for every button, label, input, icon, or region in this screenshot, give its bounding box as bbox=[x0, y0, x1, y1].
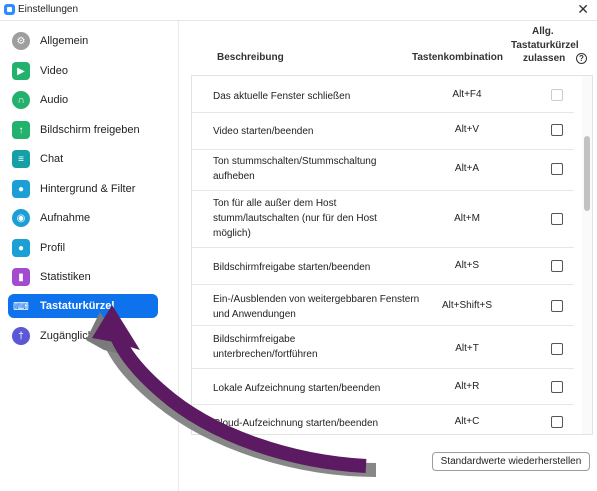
gear-icon: ⚙ bbox=[12, 32, 30, 50]
sidebar-item-label: Zugänglichkeit bbox=[40, 330, 111, 342]
table-row: Ton für alle außer dem Host stumm/lautsc… bbox=[192, 191, 574, 248]
sidebar-item-label: Statistiken bbox=[40, 271, 91, 283]
sidebar-item-chat[interactable]: ≡ Chat bbox=[8, 147, 158, 171]
sidebar-item-label: Audio bbox=[40, 94, 69, 106]
shortcut-description: Ton stummschalten/Stummschaltung aufhebe… bbox=[213, 156, 377, 182]
profile-icon: ● bbox=[12, 239, 30, 257]
record-icon: ◉ bbox=[12, 209, 30, 227]
sidebar-item-hintergrund-filter[interactable]: ● Hintergrund & Filter bbox=[8, 177, 158, 201]
sidebar-item-label: Tastaturkürzel bbox=[40, 300, 115, 312]
sidebar-item-label: Hintergrund & Filter bbox=[40, 183, 136, 195]
table-row: Ton stummschalten/Stummschaltung aufhebe… bbox=[192, 150, 574, 191]
person-background-icon: ● bbox=[12, 180, 30, 198]
title-bar: Einstellungen ✕ bbox=[0, 0, 597, 21]
headphones-icon: ∩ bbox=[12, 91, 30, 109]
shortcut-description: Das aktuelle Fenster schließen bbox=[213, 91, 351, 102]
global-shortcut-checkbox bbox=[551, 89, 563, 101]
shortcut-keys[interactable]: Alt+R bbox=[422, 381, 512, 392]
shortcut-description: Ton für alle außer dem Host stumm/lautsc… bbox=[213, 198, 377, 239]
sidebar-item-label: Aufnahme bbox=[40, 212, 91, 224]
accessibility-icon: † bbox=[12, 327, 30, 345]
shortcut-keys[interactable]: Alt+C bbox=[422, 416, 512, 427]
table-row: Ein-/Ausblenden von weitergebbaren Fenst… bbox=[192, 285, 574, 326]
table-row: Bildschirmfreigabe starten/beenden Alt+S bbox=[192, 248, 574, 285]
scrollbar[interactable] bbox=[582, 76, 592, 434]
shortcut-keys[interactable]: Alt+Shift+S bbox=[422, 300, 512, 311]
sidebar-item-profil[interactable]: ● Profil bbox=[8, 236, 158, 260]
sidebar-item-statistiken[interactable]: ▮ Statistiken bbox=[8, 265, 158, 289]
column-header-description: Beschreibung bbox=[217, 52, 284, 63]
sidebar-item-label: Chat bbox=[40, 153, 64, 165]
sidebar-item-video[interactable]: ▶ Video bbox=[8, 59, 158, 83]
shortcut-description: Cloud-Aufzeichnung starten/beenden bbox=[213, 418, 379, 429]
global-shortcut-checkbox[interactable] bbox=[551, 260, 563, 272]
table-row: Video starten/beenden Alt+V bbox=[192, 113, 574, 150]
shortcut-keys[interactable]: Alt+S bbox=[422, 260, 512, 271]
table-row: Bildschirmfreigabe unterbrechen/fortführ… bbox=[192, 326, 574, 369]
close-icon[interactable]: ✕ bbox=[577, 1, 589, 18]
shortcut-description: Bildschirmfreigabe unterbrechen/fortführ… bbox=[213, 334, 318, 360]
sidebar-item-label: Profil bbox=[40, 242, 66, 254]
help-icon[interactable]: ? bbox=[576, 53, 587, 64]
column-header-global-line3: zulassen bbox=[523, 53, 566, 64]
shortcut-keys[interactable]: Alt+T bbox=[422, 343, 512, 354]
global-shortcut-checkbox[interactable] bbox=[551, 416, 563, 428]
restore-defaults-button[interactable]: Standardwerte wiederherstellen bbox=[432, 452, 590, 471]
keyboard-icon: ⌨ bbox=[13, 300, 29, 313]
shortcut-keys[interactable]: Alt+M bbox=[422, 213, 512, 224]
shortcut-description: Video starten/beenden bbox=[213, 126, 314, 137]
scrollbar-thumb[interactable] bbox=[584, 136, 590, 211]
shortcut-description: Ein-/Ausblenden von weitergebbaren Fenst… bbox=[213, 294, 420, 320]
shortcut-description: Lokale Aufzeichnung starten/beenden bbox=[213, 383, 381, 394]
global-shortcut-checkbox[interactable] bbox=[551, 300, 563, 312]
window-title: Einstellungen bbox=[18, 4, 79, 15]
table-row: Lokale Aufzeichnung starten/beenden Alt+… bbox=[192, 369, 574, 405]
column-header-global-line2: Tastaturkürzel bbox=[511, 40, 579, 51]
video-icon: ▶ bbox=[12, 62, 30, 80]
shortcut-keys[interactable]: Alt+F4 bbox=[422, 89, 512, 100]
sidebar-item-label: Allgemein bbox=[40, 35, 89, 47]
statistics-icon: ▮ bbox=[12, 268, 30, 286]
sidebar-item-aufnahme[interactable]: ◉ Aufnahme bbox=[8, 206, 158, 230]
column-header-global-line1: Allg. bbox=[532, 26, 554, 37]
shortcut-description: Bildschirmfreigabe starten/beenden bbox=[213, 262, 371, 273]
table-row: Cloud-Aufzeichnung starten/beenden Alt+C bbox=[192, 405, 574, 434]
global-shortcut-checkbox[interactable] bbox=[551, 124, 563, 136]
sidebar-item-tastaturkuerzel[interactable]: ⌨ Tastaturkürzel bbox=[8, 294, 158, 318]
sidebar-item-label: Video bbox=[40, 65, 68, 77]
sidebar-item-allgemein[interactable]: ⚙ Allgemein bbox=[8, 29, 158, 53]
sidebar-item-bildschirm-freigeben[interactable]: ↑ Bildschirm freigeben bbox=[8, 118, 158, 142]
column-header-shortcut: Tastenkombination bbox=[412, 52, 503, 63]
global-shortcut-checkbox[interactable] bbox=[551, 343, 563, 355]
table-row: Das aktuelle Fenster schließen Alt+F4 bbox=[192, 76, 574, 113]
zoom-app-icon bbox=[4, 4, 15, 15]
global-shortcut-checkbox[interactable] bbox=[551, 381, 563, 393]
global-shortcut-checkbox[interactable] bbox=[551, 213, 563, 225]
shortcut-keys[interactable]: Alt+V bbox=[422, 124, 512, 135]
shortcut-list[interactable]: Das aktuelle Fenster schließen Alt+F4 Vi… bbox=[191, 75, 593, 435]
sidebar-item-audio[interactable]: ∩ Audio bbox=[8, 88, 158, 112]
settings-sidebar: ⚙ Allgemein ▶ Video ∩ Audio ↑ Bildschirm… bbox=[0, 21, 179, 491]
chat-icon: ≡ bbox=[12, 150, 30, 168]
screen-share-icon: ↑ bbox=[12, 121, 30, 139]
sidebar-item-label: Bildschirm freigeben bbox=[40, 124, 140, 136]
sidebar-item-zugaenglichkeit[interactable]: † Zugänglichkeit bbox=[8, 324, 158, 348]
global-shortcut-checkbox[interactable] bbox=[551, 163, 563, 175]
shortcut-keys[interactable]: Alt+A bbox=[422, 163, 512, 174]
